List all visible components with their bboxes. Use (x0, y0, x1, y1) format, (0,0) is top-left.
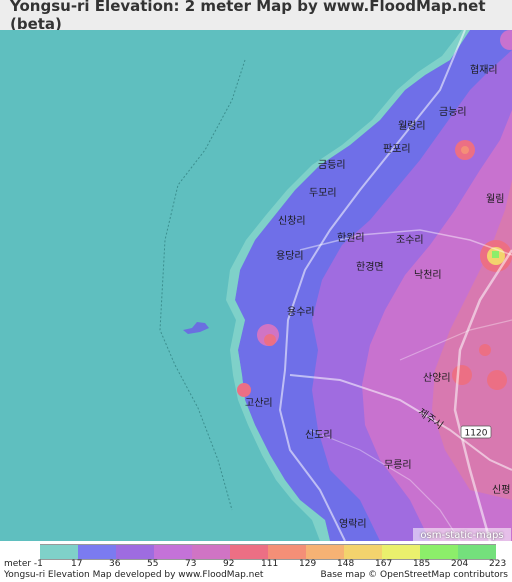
legend-swatch (268, 545, 306, 559)
osm-static-maps-credit: osm-static-maps (413, 528, 511, 542)
place-sanyang[interactable]: 산양리 (423, 372, 451, 384)
place-yongsu[interactable]: 용수리 (287, 306, 315, 318)
legend-swatch (344, 545, 382, 559)
legend-swatch (78, 545, 116, 559)
place-josu[interactable]: 조수리 (396, 234, 424, 246)
hill-sanyang (452, 365, 472, 385)
legend-label: 111 (261, 559, 279, 569)
place-hanwon[interactable]: 한원리 (337, 232, 365, 244)
legend-label: 223 (489, 559, 507, 569)
place-nakcheon[interactable]: 낙천리 (414, 269, 442, 281)
legend-label: 55 (147, 559, 159, 569)
place-geumdeung[interactable]: 금등리 (318, 159, 346, 171)
legend-label: 73 (185, 559, 197, 569)
legend-swatch (306, 545, 344, 559)
legend-swatch (192, 545, 230, 559)
legend-label: meter -1 (4, 559, 43, 569)
hill-panpo-top (461, 146, 469, 154)
legend-swatch (116, 545, 154, 559)
legend-swatch (154, 545, 192, 559)
legend-label: 185 (413, 559, 431, 569)
elevation-map[interactable]: 1120 협재리 금능리 월령리 판포리 금등리 두모리 월림 신창리 한원리 … (0, 30, 512, 541)
hill-yongsu-top (264, 334, 276, 346)
legend-label: 204 (451, 559, 469, 569)
place-hyeopjae[interactable]: 협재리 (470, 63, 498, 76)
footer: Yongsu-ri Elevation Map developed by www… (0, 570, 512, 582)
map-canvas[interactable]: 1120 협재리 금능리 월령리 판포리 금등리 두모리 월림 신창리 한원리 … (0, 30, 512, 541)
place-dumo[interactable]: 두모리 (309, 187, 337, 199)
hill-gosan (237, 383, 251, 397)
route-1120-label: 1120 (465, 429, 488, 439)
footer-credit: Yongsu-ri Elevation Map developed by www… (4, 570, 264, 580)
place-gosan[interactable]: 고산리 (245, 397, 273, 409)
hill-nakcheon-peak (492, 251, 499, 258)
place-panpo[interactable]: 판포리 (383, 143, 411, 155)
place-wollim[interactable]: 월림 (486, 193, 504, 205)
page-title: Yongsu-ri Elevation: 2 meter Map by www.… (0, 0, 512, 33)
legend-label: 36 (109, 559, 121, 569)
place-wollyeong[interactable]: 월령리 (398, 120, 426, 132)
place-sinpyeong[interactable]: 신평 (492, 484, 510, 496)
place-geumneung[interactable]: 금능리 (439, 106, 467, 118)
legend-swatch (420, 545, 458, 559)
footer-osm-credit: Base map © OpenStreetMap contributors (320, 570, 508, 580)
place-sindo[interactable]: 신도리 (305, 429, 333, 441)
legend-swatch (458, 545, 496, 559)
legend-label: 148 (337, 559, 355, 569)
place-sinchang[interactable]: 신창리 (278, 215, 306, 227)
place-yeongnak[interactable]: 영락리 (339, 518, 367, 530)
legend-label: 17 (71, 559, 83, 569)
legend-swatch (382, 545, 420, 559)
place-mureung[interactable]: 무릉리 (384, 459, 412, 471)
hill-east-small (479, 344, 491, 356)
legend-swatch (230, 545, 268, 559)
legend-swatch (40, 545, 78, 559)
place-yongdang[interactable]: 용당리 (276, 250, 304, 262)
legend-label: 92 (223, 559, 235, 569)
legend-label: 167 (375, 559, 393, 569)
place-hangyeong[interactable]: 한경면 (356, 260, 384, 273)
hill-east (487, 370, 507, 390)
legend-label: 129 (299, 559, 317, 569)
